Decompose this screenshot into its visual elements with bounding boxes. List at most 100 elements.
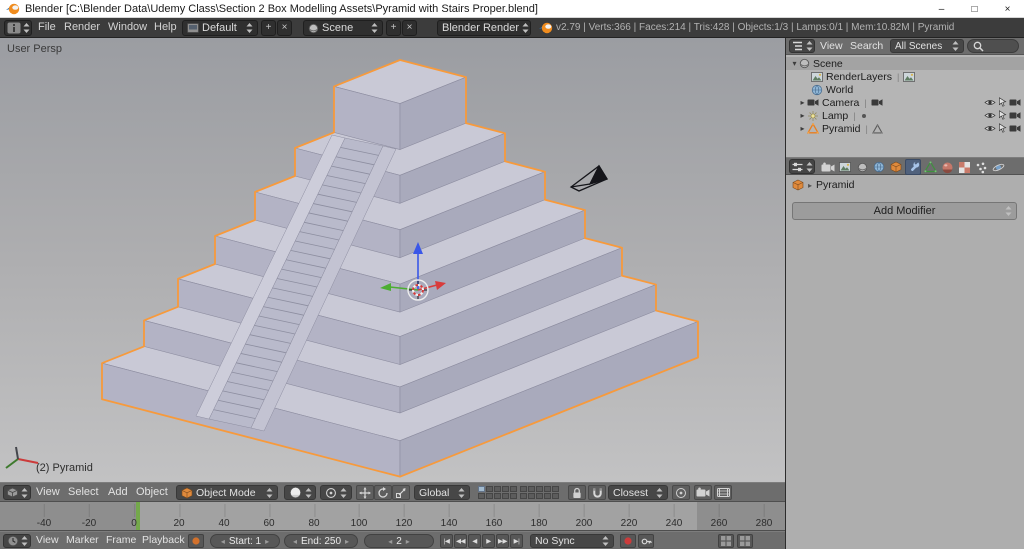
outliner-row-camera[interactable]: ▸ Camera |	[786, 96, 1024, 109]
tab-modifiers[interactable]	[905, 159, 921, 175]
outliner-search-input[interactable]	[967, 39, 1019, 53]
menu-object[interactable]: Object	[136, 483, 168, 502]
menu-view[interactable]: View	[36, 532, 59, 549]
menu-view[interactable]: View	[36, 483, 60, 502]
expand-toggle[interactable]: ▸	[798, 124, 807, 133]
add-screen-layout-button[interactable]: +	[261, 20, 276, 36]
play-reverse-button[interactable]: ◀	[468, 534, 481, 548]
selectability-toggle-icon[interactable]	[998, 123, 1007, 133]
render-opengl-anim-button[interactable]	[714, 485, 732, 500]
layer-toggle[interactable]	[536, 493, 543, 499]
decrement-icon[interactable]: ◂	[293, 537, 297, 546]
menu-playback[interactable]: Playback	[142, 532, 185, 549]
add-modifier-dropdown[interactable]: Add Modifier	[792, 202, 1017, 220]
visibility-toggle-icon[interactable]	[984, 124, 996, 133]
layer-grid[interactable]	[478, 486, 559, 499]
delete-scene-button[interactable]: ×	[402, 20, 417, 36]
expand-toggle[interactable]: ▸	[798, 111, 807, 120]
viewport-shading-dropdown[interactable]	[284, 485, 316, 500]
render-engine-dropdown[interactable]: Blender Render	[437, 20, 531, 36]
editor-type-info-button[interactable]	[4, 20, 32, 36]
jump-to-end-button[interactable]: ▶|	[510, 534, 523, 548]
outliner-tree[interactable]: ▾ Scene RenderLayers | World ▸ Camera |	[786, 55, 1024, 157]
pivot-point-dropdown[interactable]	[320, 485, 352, 500]
menu-file[interactable]: File	[38, 18, 56, 37]
menu-marker[interactable]: Marker	[66, 532, 99, 549]
menu-search[interactable]: Search	[850, 38, 883, 54]
layer-toggle[interactable]	[520, 486, 527, 492]
tab-physics[interactable]	[990, 159, 1006, 175]
layer-toggle[interactable]	[544, 493, 551, 499]
layout-grid-button-2[interactable]	[737, 534, 753, 548]
preview-range-button[interactable]	[188, 534, 204, 548]
tab-object-data[interactable]	[922, 159, 938, 175]
increment-icon[interactable]: ▸	[265, 537, 269, 546]
tab-object[interactable]	[888, 159, 904, 175]
outliner-item-label[interactable]: Camera	[822, 97, 859, 109]
snap-element-dropdown[interactable]: Closest	[608, 485, 668, 500]
increment-icon[interactable]: ▸	[345, 537, 349, 546]
layer-toggle[interactable]	[510, 493, 517, 499]
tab-scene[interactable]	[854, 159, 870, 175]
manipulator-scale-button[interactable]	[392, 485, 410, 500]
snap-target-button[interactable]	[672, 485, 690, 500]
screen-layout-dropdown[interactable]: Default	[182, 20, 258, 36]
selectability-toggle-icon[interactable]	[998, 110, 1007, 120]
current-frame-field[interactable]: ◂ 2 ▸	[364, 534, 434, 548]
layer-toggle[interactable]	[544, 486, 551, 492]
mode-dropdown[interactable]: Object Mode	[176, 485, 278, 500]
delete-screen-layout-button[interactable]: ×	[277, 20, 292, 36]
menu-add[interactable]: Add	[108, 483, 128, 502]
tab-material[interactable]	[939, 159, 955, 175]
editor-type-properties-button[interactable]	[789, 159, 815, 174]
renderability-toggle-icon[interactable]	[1009, 124, 1021, 133]
layer-toggle[interactable]	[536, 486, 543, 492]
manipulator-translate-button[interactable]	[356, 485, 374, 500]
selectability-toggle-icon[interactable]	[998, 97, 1007, 107]
outliner-filter-dropdown[interactable]: All Scenes	[890, 39, 964, 53]
auto-keyframe-button[interactable]	[620, 534, 636, 548]
outliner-item-label[interactable]: Lamp	[822, 110, 848, 122]
menu-select[interactable]: Select	[68, 483, 99, 502]
frame-start-field[interactable]: ◂ Start: 1 ▸	[210, 534, 280, 548]
outliner-row-renderlayers[interactable]: RenderLayers |	[786, 70, 1024, 83]
transform-orientation-dropdown[interactable]: Global	[414, 485, 470, 500]
layer-toggle[interactable]	[552, 493, 559, 499]
menu-window[interactable]: Window	[108, 18, 147, 37]
outliner-item-label[interactable]: Scene	[813, 58, 843, 70]
layer-toggle[interactable]	[502, 493, 509, 499]
layout-grid-button[interactable]	[718, 534, 734, 548]
tab-particles[interactable]	[973, 159, 989, 175]
keying-set-button[interactable]	[638, 534, 654, 548]
viewport-3d[interactable]: User Persp (2) Pyramid	[0, 38, 785, 482]
sync-dropdown[interactable]: No Sync	[530, 534, 614, 548]
scene-dropdown[interactable]: Scene	[303, 20, 383, 36]
renderability-toggle-icon[interactable]	[1009, 111, 1021, 120]
outliner-row-lamp[interactable]: ▸ Lamp |	[786, 109, 1024, 122]
layer-toggle[interactable]	[502, 486, 509, 492]
editor-type-outliner-button[interactable]	[789, 39, 815, 53]
lock-to-scene-button[interactable]	[568, 485, 586, 500]
outliner-item-label[interactable]: World	[826, 84, 853, 96]
minimize-button[interactable]: –	[925, 0, 958, 18]
play-button[interactable]: ▶	[482, 534, 495, 548]
decrement-icon[interactable]: ◂	[221, 537, 225, 546]
maximize-button[interactable]: □	[958, 0, 991, 18]
renderability-toggle-icon[interactable]	[1009, 98, 1021, 107]
visibility-toggle-icon[interactable]	[984, 98, 996, 107]
tab-render-layers[interactable]	[837, 159, 853, 175]
layer-toggle[interactable]	[494, 493, 501, 499]
editor-type-timeline-button[interactable]	[3, 534, 31, 548]
layer-toggle[interactable]	[478, 486, 485, 492]
layer-toggle[interactable]	[478, 493, 485, 499]
render-opengl-button[interactable]	[694, 485, 712, 500]
expand-toggle[interactable]: ▸	[798, 98, 807, 107]
increment-icon[interactable]: ▸	[406, 537, 410, 546]
layer-toggle[interactable]	[528, 493, 535, 499]
tab-render[interactable]	[820, 159, 836, 175]
decrement-icon[interactable]: ◂	[388, 537, 392, 546]
timeline-ruler[interactable]: -40 -20 0 20 40 60 80 100 120 140 160 18…	[0, 502, 785, 531]
camera-object[interactable]	[571, 166, 607, 191]
outliner-row-world[interactable]: World	[786, 83, 1024, 96]
close-button[interactable]: ×	[991, 0, 1024, 18]
